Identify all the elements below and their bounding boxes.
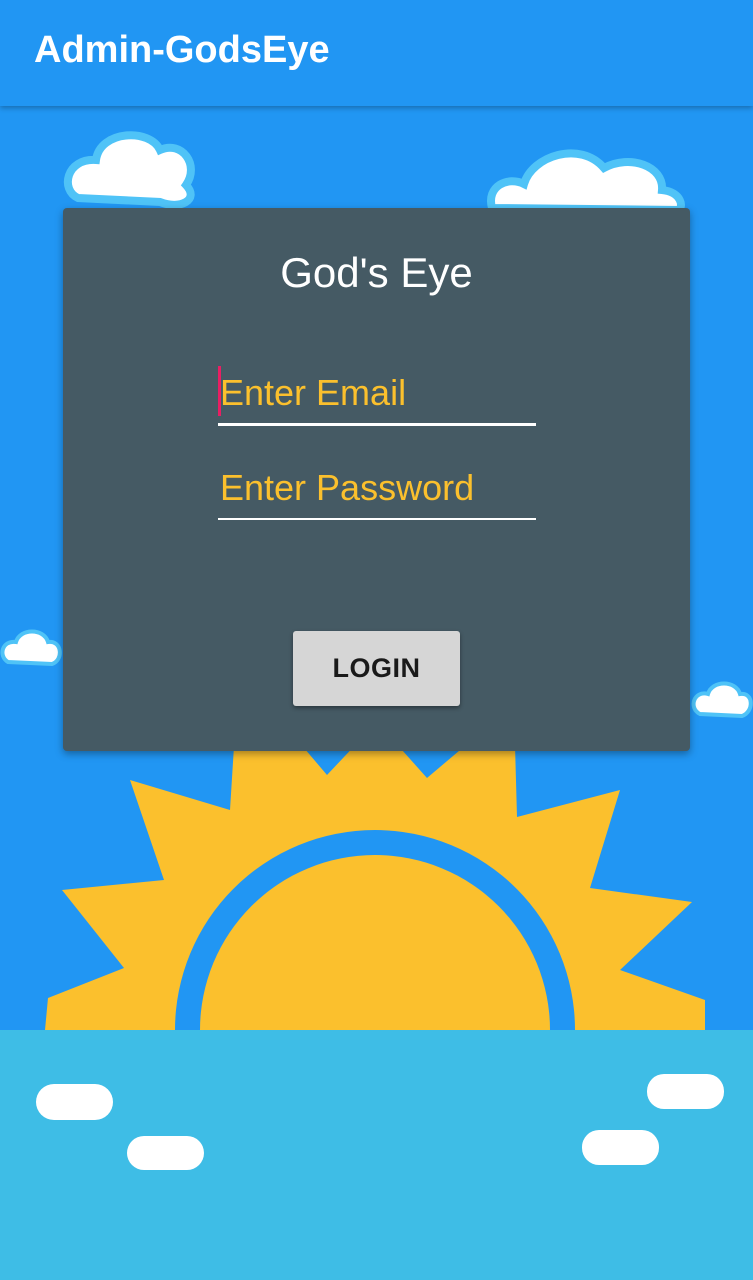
app-title: Admin-GodsEye	[34, 29, 330, 71]
email-input[interactable]	[218, 363, 536, 423]
password-input[interactable]	[218, 458, 536, 518]
email-underline	[218, 423, 536, 426]
password-underline	[218, 518, 536, 520]
password-field[interactable]	[218, 458, 536, 520]
login-button[interactable]: LOGIN	[293, 631, 460, 706]
card-title: God's Eye	[280, 249, 473, 296]
app-bar: Admin-GodsEye	[0, 0, 753, 106]
text-cursor	[218, 366, 221, 416]
email-field[interactable]	[218, 363, 536, 426]
